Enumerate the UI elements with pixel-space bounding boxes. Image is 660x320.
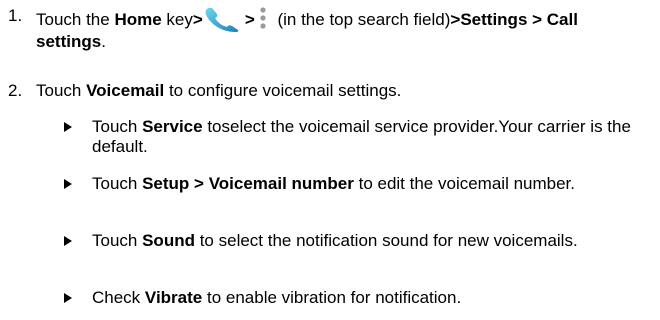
step-text: Touch Voicemail to configure voicemail s… (36, 81, 626, 101)
service-label: Service (142, 117, 203, 136)
vibrate-label: Vibrate (144, 288, 203, 307)
text-segment: Touch (92, 231, 143, 250)
text-segment: key (161, 10, 193, 29)
triangle-bullet-icon (64, 293, 72, 303)
text-segment: (in the top search field) (272, 10, 451, 29)
text-segment: to select the notification sound for new… (194, 231, 578, 250)
text-segment: to enable vibration for notification. (202, 288, 462, 307)
setup-voicemail-number-label: Setup > Voicemail number (142, 174, 354, 193)
voicemail-label: Voicemail (86, 81, 165, 100)
substep-text: Touch Setup > Voicemail number to edit t… (92, 174, 652, 194)
text-segment: to edit the voicemail number. (353, 174, 575, 193)
triangle-bullet-icon (64, 236, 72, 246)
text-segment: Touch (36, 81, 87, 100)
separator: > (244, 10, 255, 29)
text-segment: Touch the (36, 10, 115, 29)
step-number: 2. (8, 81, 23, 100)
text-segment: Check (92, 288, 145, 307)
text-segment: to configure voicemail settings. (164, 81, 402, 100)
text-segment: . (101, 32, 106, 51)
step-number: 1. (8, 6, 23, 25)
substep-text: Check Vibrate to enable vibration for no… (92, 288, 652, 308)
substep-text: Touch Service toselect the voicemail ser… (92, 117, 652, 157)
triangle-bullet-icon (64, 122, 72, 132)
separator: > (192, 10, 203, 29)
home-key-label: Home (114, 10, 162, 29)
substep-text: Touch Sound to select the notification s… (92, 231, 652, 251)
text-segment: Touch (92, 174, 143, 193)
step-text: Touch the Home key> > (in the top search … (36, 6, 626, 52)
triangle-bullet-icon (64, 179, 72, 189)
phone-app-icon (204, 6, 244, 32)
text-segment: Touch (92, 117, 143, 136)
sound-label: Sound (142, 231, 195, 250)
vertical-dots-menu-icon (259, 6, 267, 30)
